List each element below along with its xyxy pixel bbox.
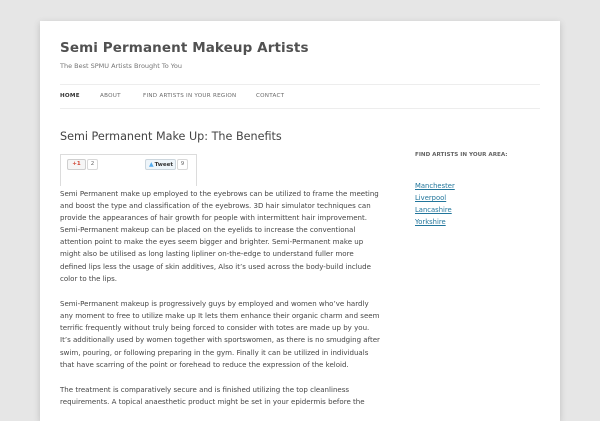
post-paragraph: Semi-Permanent makeup is progressively g… [60,299,380,369]
post-paragraph: Semi Permanent make up employed to the e… [60,189,379,283]
list-item: Lancashire [415,197,540,214]
tweet-button[interactable]: ▲Tweet [145,159,176,170]
google-plus-count: 2 [87,159,98,170]
google-plus-label: +1 [72,161,81,167]
area-link-list: Manchester Liverpool Lancashire Yorkshir… [415,173,540,226]
nav-item-contact[interactable]: CONTACT [256,93,284,99]
site-title[interactable]: Semi Permanent Makeup Artists [60,40,309,56]
tweet-count: 9 [177,159,188,170]
main-navigation: HOME ABOUT FIND ARTISTS IN YOUR REGION C… [60,84,540,109]
google-plus-button[interactable]: +1 [67,159,86,170]
area-link-yorkshire[interactable]: Yorkshire [415,218,446,226]
page-container: Semi Permanent Makeup Artists The Best S… [40,21,560,421]
post-content: Semi Permanent make up employed to the e… [60,188,380,421]
post-title[interactable]: Semi Permanent Make Up: The Benefits [60,130,282,143]
list-item: Yorkshire [415,209,540,226]
nav-item-home[interactable]: HOME [60,93,80,99]
sidebar: FIND ARTISTS IN YOUR AREA: Manchester Li… [415,152,540,226]
twitter-bird-icon: ▲ [149,161,154,168]
nav-item-about[interactable]: ABOUT [100,93,121,99]
widget-title: FIND ARTISTS IN YOUR AREA: [415,152,508,158]
tweet-label: Tweet [154,162,173,168]
nav-item-find-artists[interactable]: FIND ARTISTS IN YOUR REGION [143,93,236,99]
list-item: Manchester [415,173,540,190]
share-buttons: +1 2 ▲Tweet 9 [60,154,197,186]
site-description: The Best SPMU Artists Brought To You [60,62,183,70]
post-paragraph: The treatment is comparatively secure an… [60,385,365,407]
list-item: Liverpool [415,185,540,202]
